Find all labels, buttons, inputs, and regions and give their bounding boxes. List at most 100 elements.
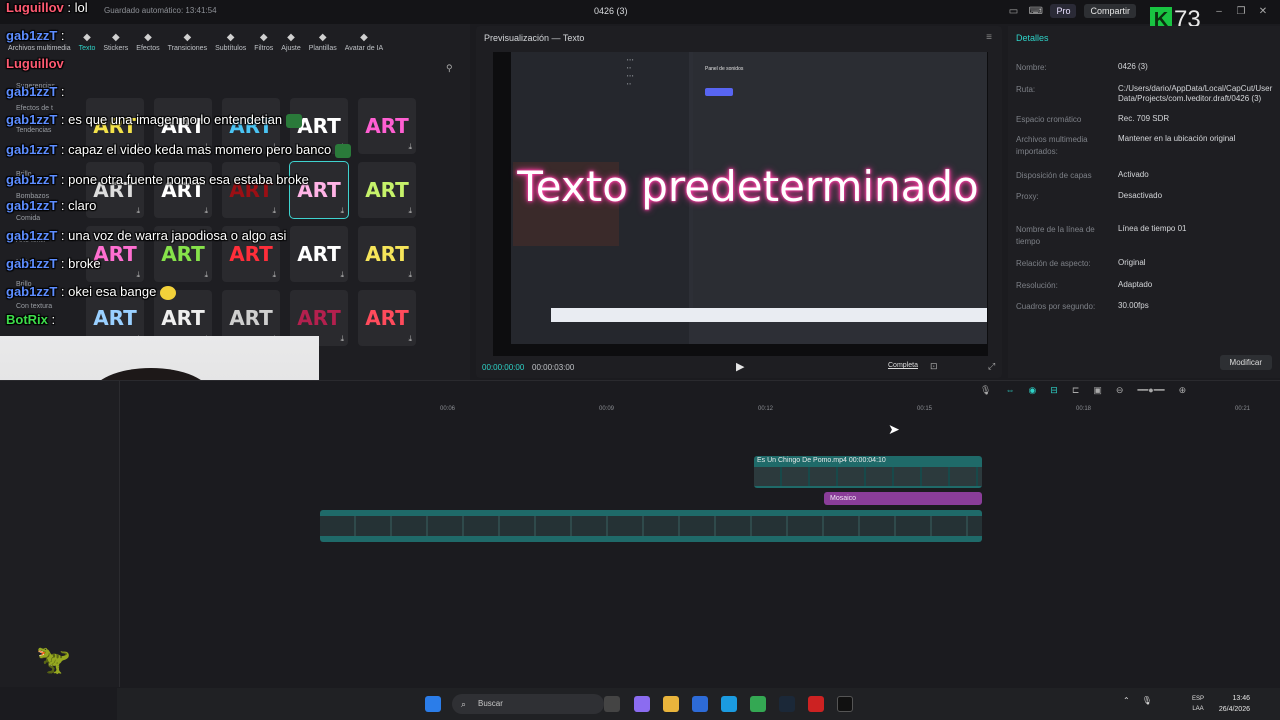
tool-8[interactable]: ◆ Plantillas xyxy=(309,32,337,52)
download-icon[interactable]: ⤓ xyxy=(272,142,276,152)
task-view-icon[interactable] xyxy=(604,696,620,712)
download-icon[interactable]: ⤓ xyxy=(272,270,276,280)
maximize-icon[interactable]: ❐ xyxy=(1234,6,1248,17)
zoom-in-icon[interactable]: ⊕ xyxy=(1179,385,1187,396)
category-item[interactable]: Tendencias xyxy=(0,120,76,142)
text-template-tile[interactable]: ART ⤓ xyxy=(289,161,349,219)
download-icon[interactable]: ⤓ xyxy=(136,270,140,280)
download-icon[interactable]: ⤓ xyxy=(136,206,140,216)
download-icon[interactable]: ⤓ xyxy=(204,142,208,152)
tool-4[interactable]: ◆ Transiciones xyxy=(168,32,207,52)
download-icon[interactable]: ⤓ xyxy=(408,270,412,280)
category-item[interactable]: Agregar texto xyxy=(0,54,76,76)
download-icon[interactable]: ⤓ xyxy=(340,206,344,216)
main-track-clip[interactable] xyxy=(320,510,982,542)
shortcuts-icon[interactable]: ⌨ xyxy=(1028,6,1042,17)
copilot-icon[interactable] xyxy=(634,696,650,712)
caption-icon[interactable]: ▣ xyxy=(1093,385,1102,396)
mic-icon[interactable]: 🎙 xyxy=(980,385,991,396)
text-template-tile[interactable]: ART ⤓ xyxy=(154,162,212,218)
language-indicator[interactable]: ESP LAA xyxy=(1192,694,1204,714)
tool-1[interactable]: ◆ Texto xyxy=(79,32,96,52)
tool-6[interactable]: ◆ Filtros xyxy=(254,32,273,52)
download-icon[interactable]: ⤓ xyxy=(272,206,276,216)
text-template-tile[interactable]: ART ⤓ xyxy=(290,98,348,154)
tool-0[interactable]: ◆ Archivos multimedia xyxy=(8,32,71,52)
ratio-button[interactable]: Completa xyxy=(888,362,918,369)
download-icon[interactable]: ⤓ xyxy=(204,270,208,280)
pro-button[interactable]: Pro xyxy=(1050,4,1077,18)
zoom-out-icon[interactable]: ⊖ xyxy=(1116,385,1124,396)
category-item[interactable]: Con textura xyxy=(0,296,76,318)
effect-clip[interactable]: Mosaico xyxy=(824,492,982,505)
download-icon[interactable]: ⤓ xyxy=(408,334,412,344)
category-item[interactable]: Efectos de t xyxy=(0,98,76,120)
category-item[interactable]: Comida xyxy=(0,208,76,230)
video-clip[interactable]: Es Un Chingo De Pomo.mp4 00:00:04:10 xyxy=(754,456,982,488)
fullscreen-icon[interactable]: ⤢ xyxy=(988,361,995,372)
text-template-tile[interactable]: ART ⤓ xyxy=(86,226,144,282)
category-item[interactable]: Brillo xyxy=(0,164,76,186)
zoom-slider[interactable]: ━━●━━ xyxy=(1137,385,1164,396)
preview-canvas[interactable]: ▪ ▪ ▪ ▪ ▪ ▪ ▪ ▪ ▪ ▪ Panel de sonidos Texto … xyxy=(493,52,988,356)
preview-axis-icon[interactable]: ⊏ xyxy=(1072,385,1080,396)
clock[interactable]: 13:46 26/4/2026 xyxy=(1219,693,1250,715)
menu-icon[interactable]: ≡ xyxy=(986,32,992,43)
category-item[interactable]: Sugerencias xyxy=(0,76,76,98)
download-icon[interactable]: ⤓ xyxy=(408,206,412,216)
tool-9[interactable]: ◆ Avatar de IA xyxy=(345,32,383,52)
text-template-tile[interactable]: ART ⤓ xyxy=(358,226,416,282)
download-icon[interactable]: ⤓ xyxy=(408,142,412,152)
time-ruler[interactable]: 00:06 00:09 00:12 00:15 00:18 00:21 xyxy=(320,403,1280,417)
text-template-tile[interactable]: ART ⤓ xyxy=(358,98,416,154)
text-template-tile[interactable]: ART ⤓ xyxy=(222,162,280,218)
overlay-text[interactable]: Texto predeterminado xyxy=(503,162,988,211)
file-explorer-icon[interactable] xyxy=(663,696,679,712)
category-item[interactable]: Brillo xyxy=(0,274,76,296)
crop-icon[interactable]: ⊡ xyxy=(930,361,938,372)
text-template-tile[interactable]: ART ⤓ xyxy=(358,162,416,218)
tool-7[interactable]: ◆ Ajuste xyxy=(281,32,300,52)
tray-mic-icon[interactable]: 🎙 xyxy=(1142,696,1152,705)
text-template-tile[interactable]: ART ⤓ xyxy=(154,226,212,282)
text-template-tile[interactable]: ART ⤓ xyxy=(222,98,280,154)
recording-icon[interactable] xyxy=(808,696,824,712)
split-icon[interactable]: ⊟ xyxy=(1050,385,1058,396)
tray-chevron-icon[interactable]: ⌃ xyxy=(1123,696,1130,705)
modify-button[interactable]: Modificar xyxy=(1219,355,1272,370)
start-icon[interactable] xyxy=(425,696,441,712)
text-template-tile[interactable]: ART ⤓ xyxy=(154,98,212,154)
taskbar-search[interactable]: ⌕ Buscar xyxy=(452,694,604,714)
details-tab[interactable]: Detalles xyxy=(1016,33,1049,43)
text-template-tile[interactable]: ART ⤓ xyxy=(290,226,348,282)
capcut-icon[interactable] xyxy=(837,696,853,712)
snap-icon[interactable]: ◉ xyxy=(1028,385,1036,396)
category-item[interactable]: Metal xyxy=(0,252,76,274)
text-template-tile[interactable]: ART ⤓ xyxy=(222,226,280,282)
text-template-tile[interactable]: ART ⤓ xyxy=(86,98,144,154)
close-icon[interactable]: ✕ xyxy=(1256,6,1270,17)
tool-2[interactable]: ◆ Stickers xyxy=(103,32,128,52)
text-template-tile[interactable]: ART ⤓ xyxy=(358,290,416,346)
link-icon[interactable]: ⇔ xyxy=(1005,385,1014,396)
text-template-tile[interactable]: ART ⤓ xyxy=(86,162,144,218)
download-icon[interactable]: ⤓ xyxy=(136,142,140,152)
download-icon[interactable]: ⤓ xyxy=(340,270,344,280)
store-icon[interactable] xyxy=(692,696,708,712)
download-icon[interactable]: ⤓ xyxy=(340,334,344,344)
tool-3[interactable]: ◆ Efectos xyxy=(136,32,159,52)
minimize-icon[interactable]: – xyxy=(1212,6,1226,17)
layout-icon[interactable]: ▭ xyxy=(1006,6,1020,17)
category-item[interactable]: Clásico xyxy=(0,142,76,164)
download-icon[interactable]: ⤓ xyxy=(204,206,208,216)
filter-icon[interactable]: ⚲ xyxy=(446,63,453,74)
edge-icon[interactable] xyxy=(721,696,737,712)
play-icon[interactable]: ▶ xyxy=(736,360,744,373)
tool-5[interactable]: ◆ Subtítulos xyxy=(215,32,246,52)
category-item[interactable]: Arte textil xyxy=(0,230,76,252)
category-item[interactable]: Bombazos xyxy=(0,186,76,208)
steam-icon[interactable] xyxy=(779,696,795,712)
share-button[interactable]: Compartir xyxy=(1084,4,1136,18)
chrome-icon[interactable] xyxy=(750,696,766,712)
download-icon[interactable]: ⤓ xyxy=(340,142,344,152)
